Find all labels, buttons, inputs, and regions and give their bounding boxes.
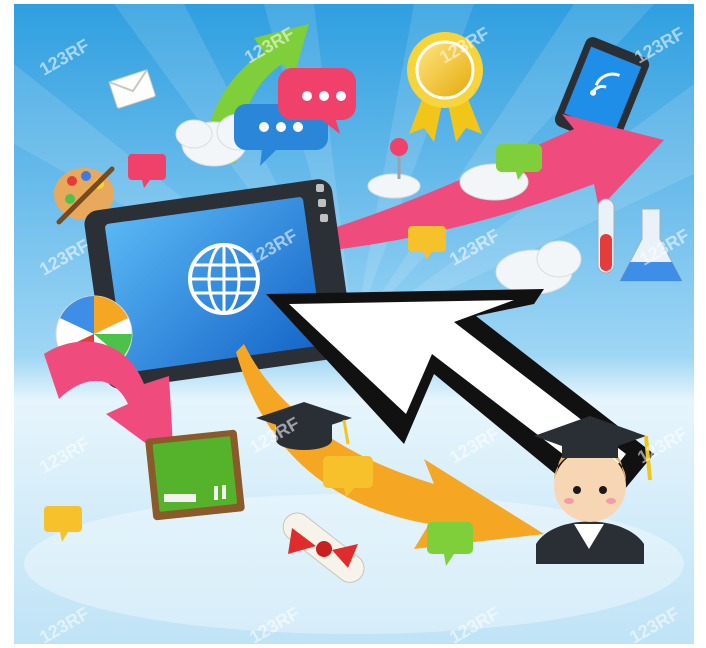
chalkboard-icon xyxy=(145,429,245,521)
illustration-frame: 123RF 123RF 123RF 123RF 123RF 123RF 123R… xyxy=(14,4,694,644)
test-tube-icon xyxy=(597,198,615,274)
education-illustration: 123RF 123RF 123RF 123RF 123RF 123RF 123R… xyxy=(14,4,694,644)
